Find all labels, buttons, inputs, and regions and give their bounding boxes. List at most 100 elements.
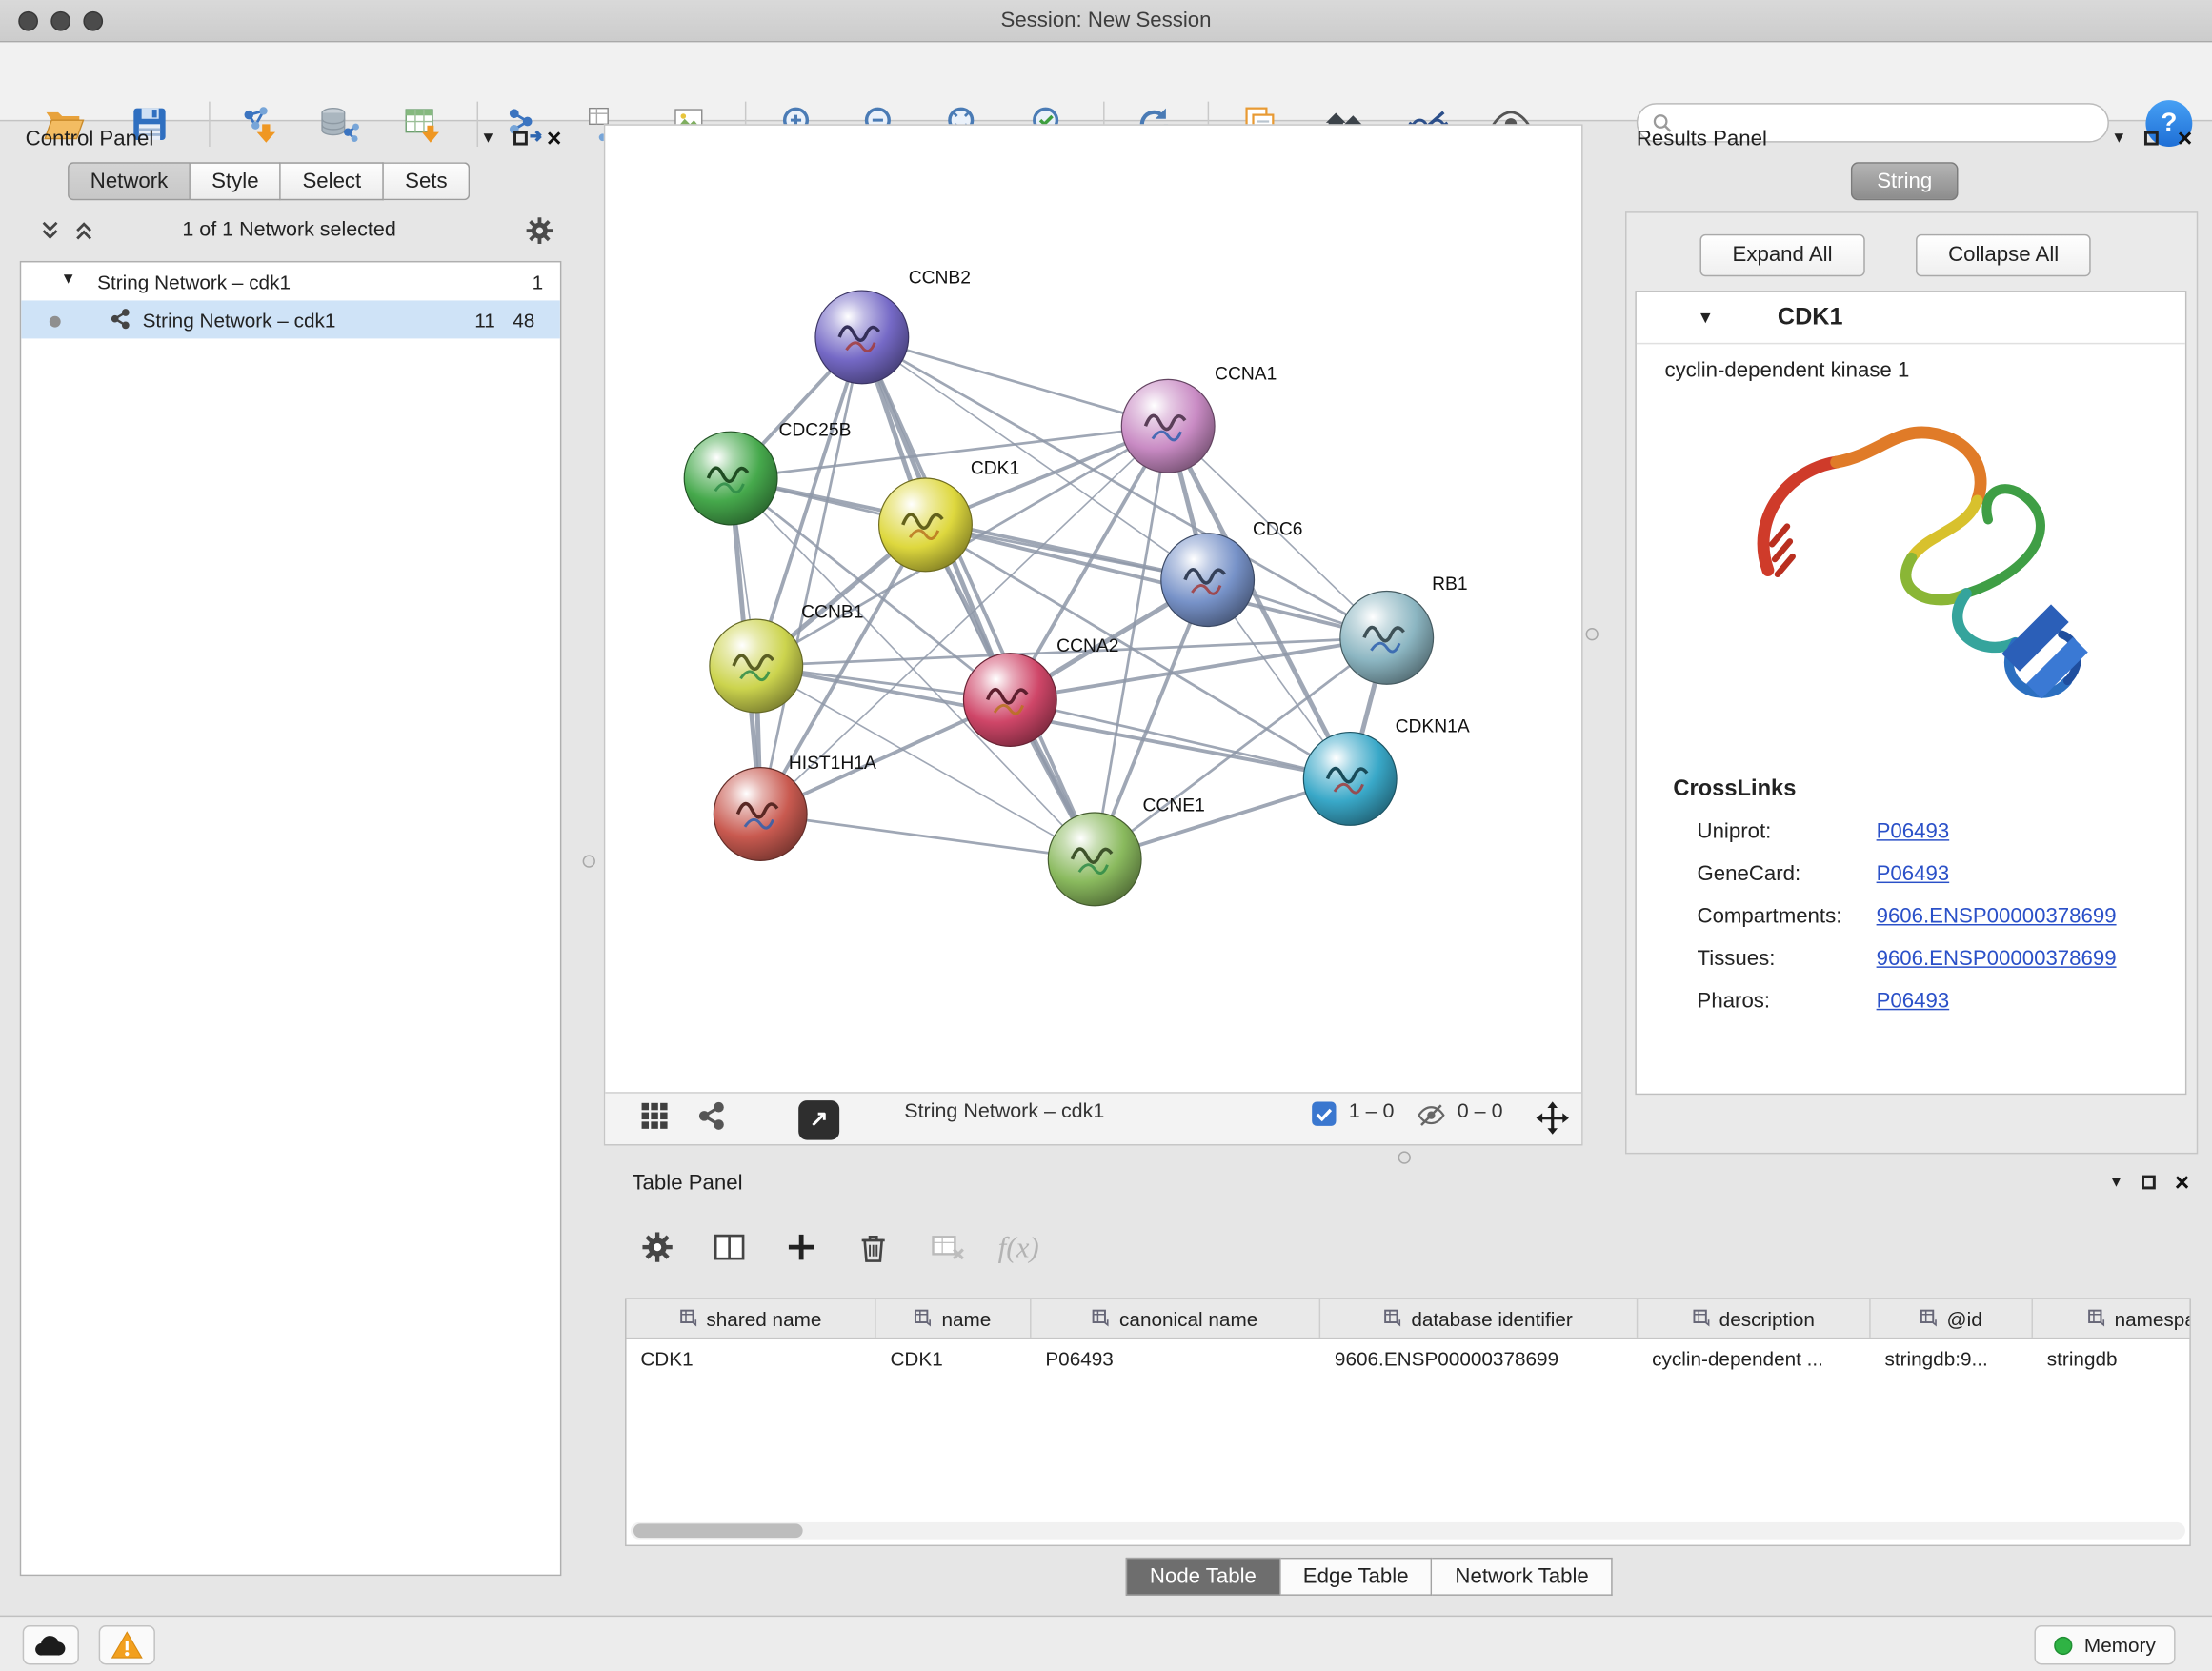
cell-namespace[interactable]: stringdb	[2033, 1339, 2191, 1377]
network-node-CCNE1[interactable]	[1048, 813, 1141, 906]
delete-column-button[interactable]	[848, 1221, 898, 1272]
panel-menu-icon[interactable]: ▼	[2111, 131, 2126, 146]
network-node-label: CCNE1	[1143, 796, 1205, 816]
network-row-selected[interactable]: String Network – cdk1 11 48	[21, 300, 560, 338]
tab-sets[interactable]: Sets	[384, 162, 470, 200]
column-header[interactable]: shared name	[627, 1299, 876, 1338]
table-panel-title: Table Panel	[632, 1171, 742, 1195]
warnings-button[interactable]	[99, 1625, 155, 1664]
collapse-all-button[interactable]: Collapse All	[1916, 234, 2091, 276]
control-panel-tabs: Network Style Select Sets	[68, 162, 470, 200]
network-node-CDC25B[interactable]	[684, 432, 777, 525]
network-node-label: CCNB1	[801, 603, 863, 623]
column-header[interactable]: name	[876, 1299, 1032, 1338]
show-columns-button[interactable]	[704, 1221, 754, 1272]
network-view-title: String Network – cdk1	[904, 1100, 1104, 1123]
delete-table-button-disabled[interactable]	[923, 1221, 974, 1272]
network-glyph-icon[interactable]	[695, 1100, 727, 1132]
table-row[interactable]: CDK1 CDK1 P06493 9606.ENSP00000378699 cy…	[627, 1339, 2191, 1377]
network-node-RB1[interactable]	[1340, 591, 1434, 684]
crosslink-pharos[interactable]: P06493	[1877, 989, 2185, 1013]
tab-style[interactable]: Style	[191, 162, 281, 200]
splitter-handle[interactable]	[1586, 628, 1599, 640]
panel-close-icon[interactable]: ×	[2175, 1174, 2190, 1191]
network-status-dot	[50, 316, 61, 328]
birds-eye-button[interactable]: ↗	[798, 1100, 839, 1139]
cell-database-identifier[interactable]: 9606.ENSP00000378699	[1320, 1339, 1638, 1377]
cell-description[interactable]: cyclin-dependent ...	[1638, 1339, 1870, 1377]
cytoscape-window: Session: New Session	[0, 0, 2212, 1671]
crosslink-compartments[interactable]: 9606.ENSP00000378699	[1877, 904, 2185, 928]
cell-canonical-name[interactable]: P06493	[1032, 1339, 1321, 1377]
gear-icon[interactable]	[523, 214, 555, 252]
panel-float-icon[interactable]	[2142, 1176, 2157, 1190]
memory-button[interactable]: Memory	[2035, 1625, 2175, 1664]
tab-network[interactable]: Network	[68, 162, 191, 200]
window-zoom-button[interactable]	[83, 11, 103, 31]
network-edge[interactable]	[862, 337, 1095, 859]
tab-network-table[interactable]: Network Table	[1433, 1558, 1613, 1596]
panel-menu-icon[interactable]: ▼	[480, 131, 495, 146]
protein-card-header[interactable]: ▼ CDK1	[1637, 292, 2185, 345]
tab-string[interactable]: String	[1851, 162, 1959, 200]
disclosure-triangle-icon[interactable]: ▼	[1698, 308, 1715, 328]
crosslink-genecard[interactable]: P06493	[1877, 862, 2185, 886]
network-node-CCNA1[interactable]	[1121, 379, 1215, 473]
network-node-CCNB2[interactable]	[815, 291, 909, 384]
crosslink-label: Compartments:	[1698, 904, 1877, 928]
window-close-button[interactable]	[18, 11, 38, 31]
cell-name[interactable]: CDK1	[876, 1339, 1032, 1377]
network-canvas[interactable]: CCNB2CCNA1CDC25BCDK1CDC6RB1CCNB1CCNA2CDK…	[605, 126, 1581, 1092]
column-header[interactable]: @id	[1871, 1299, 2033, 1338]
network-edge[interactable]	[925, 525, 1386, 637]
cell-id[interactable]: stringdb:9...	[1871, 1339, 2033, 1377]
panel-close-icon[interactable]: ×	[2178, 130, 2193, 147]
panel-close-icon[interactable]: ×	[547, 130, 562, 147]
splitter-handle[interactable]	[583, 855, 595, 867]
scrollbar-thumb[interactable]	[633, 1523, 803, 1538]
crosslink-label: Uniprot:	[1698, 819, 1877, 843]
tab-node-table[interactable]: Node Table	[1126, 1558, 1280, 1596]
panel-float-icon[interactable]	[2145, 131, 2160, 146]
main-toolbar: ?	[0, 42, 2212, 121]
grid-view-icon[interactable]	[639, 1100, 671, 1132]
tab-edge-table[interactable]: Edge Table	[1280, 1558, 1433, 1596]
network-edge[interactable]	[1010, 700, 1350, 779]
memory-label: Memory	[2084, 1634, 2156, 1657]
function-builder-button-disabled[interactable]: f(x)	[994, 1221, 1044, 1272]
cloud-button[interactable]	[23, 1625, 79, 1664]
network-node-CDC6[interactable]	[1161, 534, 1255, 627]
network-edge[interactable]	[760, 337, 862, 815]
network-node-label: CDK1	[971, 459, 1019, 479]
network-node-CCNB1[interactable]	[710, 619, 803, 713]
column-header[interactable]: canonical name	[1032, 1299, 1321, 1338]
window-minimize-button[interactable]	[50, 11, 70, 31]
network-edge[interactable]	[862, 337, 1168, 426]
column-header[interactable]: description	[1638, 1299, 1870, 1338]
disclosure-triangle-icon[interactable]: ▼	[61, 271, 76, 288]
network-edge[interactable]	[760, 814, 1095, 858]
column-header[interactable]: database identifier	[1320, 1299, 1638, 1338]
network-node-CDKN1A[interactable]	[1303, 733, 1397, 826]
panel-menu-icon[interactable]: ▼	[2108, 1176, 2123, 1190]
network-node-CCNA2[interactable]	[963, 654, 1056, 747]
panel-float-icon[interactable]	[514, 131, 529, 146]
crosslink-uniprot[interactable]: P06493	[1877, 819, 2185, 843]
expand-all-button[interactable]: Expand All	[1699, 234, 1864, 276]
cell-shared-name[interactable]: CDK1	[627, 1339, 876, 1377]
hidden-eye-slash-icon[interactable]	[1417, 1100, 1446, 1130]
crosslink-tissues[interactable]: 9606.ENSP00000378699	[1877, 947, 2185, 971]
network-node-HIST1H1A[interactable]	[714, 768, 807, 861]
selected-checkbox-icon[interactable]	[1311, 1100, 1337, 1127]
network-selection-status: 1 of 1 Network selected	[14, 219, 565, 242]
network-node-CDK1[interactable]	[879, 478, 973, 572]
network-collection-row[interactable]: ▼ String Network – cdk1 1	[21, 262, 560, 300]
network-tree: ▼ String Network – cdk1 1 String Network…	[20, 261, 562, 1576]
pan-navigate-icon[interactable]	[1535, 1100, 1570, 1136]
table-settings-button[interactable]	[632, 1221, 682, 1272]
splitter-handle[interactable]	[1398, 1151, 1411, 1163]
add-column-button[interactable]	[775, 1221, 826, 1272]
column-header[interactable]: namespace	[2033, 1299, 2191, 1338]
tab-select[interactable]: Select	[281, 162, 384, 200]
column-icon	[2087, 1309, 2105, 1327]
